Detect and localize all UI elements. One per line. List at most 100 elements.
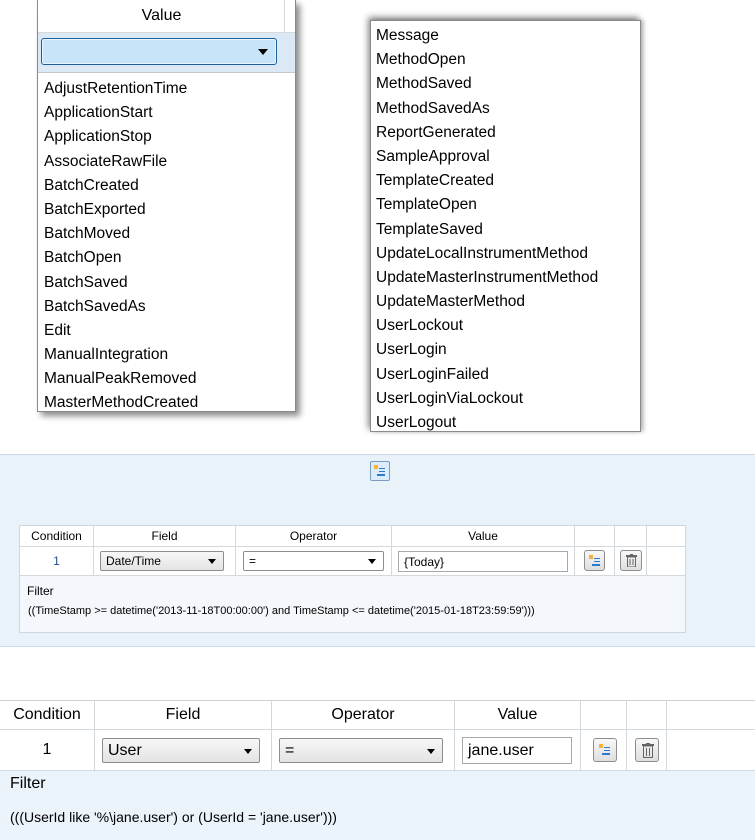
value-input[interactable]: jane.user (462, 737, 572, 764)
blank-header-2 (615, 526, 647, 546)
value-select-row (38, 33, 295, 73)
list-item[interactable]: MethodSaved (376, 72, 640, 96)
list-item[interactable]: ApplicationStop (44, 125, 295, 149)
user-condition-grid: Condition Field Operator Value 1 User = … (0, 700, 755, 840)
date-condition-grid: Condition Field Operator Value 1 Date/Ti… (19, 525, 686, 633)
chevron-down-icon[interactable] (368, 559, 376, 564)
field-combobox[interactable]: User (102, 738, 260, 763)
field-cell: User (95, 730, 272, 770)
list-item[interactable]: UpdateMasterInstrumentMethod (376, 266, 640, 290)
blank-header-1 (581, 701, 627, 729)
value-cell: {Today} (392, 547, 575, 575)
list-item[interactable]: UserLogout (376, 411, 640, 435)
list-item[interactable]: AdjustRetentionTime (44, 77, 295, 101)
date-filter-section: Condition Field Operator Value 1 Date/Ti… (0, 454, 755, 647)
list-item[interactable]: UserLoginFailed (376, 363, 640, 387)
condition-number: 1 (20, 547, 94, 575)
field-combobox[interactable]: Date/Time (100, 551, 224, 571)
list-item[interactable]: UpdateLocalInstrumentMethod (376, 242, 640, 266)
grid-header-row: Condition Field Operator Value (20, 526, 685, 547)
list-item[interactable]: UpdateMasterMethod (376, 290, 640, 314)
lookup-icon (589, 555, 601, 567)
operator-header: Operator (236, 526, 392, 546)
lookup-button[interactable] (593, 738, 617, 762)
list-item[interactable]: Message (376, 24, 640, 48)
field-combobox-text: User (108, 741, 142, 759)
field-header: Field (94, 526, 236, 546)
blank-header-2 (627, 701, 667, 729)
list-item[interactable]: MethodSavedAs (376, 97, 640, 121)
list-item[interactable]: MethodOpen (376, 48, 640, 72)
event-options-list-continued: Message MethodOpen MethodSaved MethodSavedA… (370, 20, 641, 432)
condition-header: Condition (0, 701, 95, 729)
list-item[interactable]: UserLoginViaLockout (376, 387, 640, 411)
operator-combobox-text: = (285, 741, 295, 759)
operator-combobox[interactable]: = (279, 738, 443, 763)
delete-cell (615, 547, 647, 575)
operator-cell: = (272, 730, 455, 770)
operator-cell: = (236, 547, 392, 575)
list-item[interactable]: UserLockout (376, 314, 640, 338)
lookup-icon (599, 744, 611, 756)
list-item[interactable]: ApplicationStart (44, 101, 295, 125)
filter-expression: (((UserId like '%\jane.user') or (UserId… (10, 809, 337, 825)
field-cell: Date/Time (94, 547, 236, 575)
condition-row: 1 User = jane.user (0, 730, 755, 771)
delete-condition-button[interactable] (635, 738, 659, 762)
list-item[interactable]: SampleApproval (376, 145, 640, 169)
field-header: Field (95, 701, 272, 729)
chevron-down-icon[interactable] (244, 748, 252, 754)
operator-combobox[interactable]: = (243, 551, 384, 571)
grid-header-row: Condition Field Operator Value (0, 701, 755, 730)
list-item[interactable]: AssociateRawFile (44, 150, 295, 174)
operator-header: Operator (272, 701, 455, 729)
value-input-text: jane.user (468, 741, 534, 759)
condition-row: 1 Date/Time = {Today} (20, 547, 685, 576)
list-item[interactable]: UserLogin (376, 338, 640, 362)
list-item[interactable]: BatchMoved (44, 222, 295, 246)
list-item[interactable]: Edit (44, 319, 295, 343)
event-options-list-2: Message MethodOpen MethodSaved MethodSavedA… (371, 21, 640, 435)
lookup-button[interactable] (584, 550, 605, 571)
value-header-label: Value (141, 7, 182, 24)
value-cell: jane.user (455, 730, 581, 770)
filter-expression: ((TimeStamp >= datetime('2013-11-18T00:0… (28, 605, 535, 617)
chevron-down-icon[interactable] (258, 49, 268, 55)
trash-icon (642, 743, 654, 763)
chevron-down-icon[interactable] (208, 559, 216, 564)
chevron-down-icon[interactable] (427, 748, 435, 754)
list-item[interactable]: BatchCreated (44, 174, 295, 198)
list-item[interactable]: BatchExported (44, 198, 295, 222)
add-condition-icon[interactable] (370, 461, 390, 481)
lookup-cell (581, 730, 627, 770)
delete-condition-button[interactable] (620, 550, 642, 571)
header-separator (284, 0, 285, 32)
list-item[interactable]: BatchSaved (44, 271, 295, 295)
value-header: Value (392, 526, 575, 546)
list-item[interactable]: BatchSavedAs (44, 295, 295, 319)
event-options-list: AdjustRetentionTime ApplicationStart Appli… (38, 73, 295, 416)
list-item[interactable]: ManualIntegration (44, 343, 295, 367)
list-item[interactable]: ManualPeakRemoved (44, 367, 295, 391)
list-item[interactable]: ReportGenerated (376, 121, 640, 145)
list-item[interactable]: TemplateSaved (376, 218, 640, 242)
trash-icon (626, 554, 637, 570)
list-item[interactable]: MasterMethodCreated (44, 391, 295, 415)
filter-label: Filter (10, 775, 46, 792)
condition-number: 1 (0, 730, 95, 770)
value-column-header: Value (38, 0, 295, 33)
value-combobox[interactable] (41, 38, 277, 65)
operator-combobox-text: = (249, 554, 257, 568)
filter-area: Filter (((UserId like '%\jane.user') or … (0, 771, 755, 840)
lookup-cell (575, 547, 615, 575)
list-item[interactable]: TemplateCreated (376, 169, 640, 193)
value-header: Value (455, 701, 581, 729)
blank-header-1 (575, 526, 615, 546)
value-input-text: {Today} (404, 554, 445, 569)
list-item[interactable]: TemplateOpen (376, 193, 640, 217)
event-value-dropdown-panel: Value AdjustRetentionTime ApplicationStar… (37, 0, 296, 412)
delete-cell (627, 730, 667, 770)
value-input[interactable]: {Today} (398, 551, 568, 572)
field-combobox-text: Date/Time (106, 554, 161, 568)
list-item[interactable]: BatchOpen (44, 246, 295, 270)
